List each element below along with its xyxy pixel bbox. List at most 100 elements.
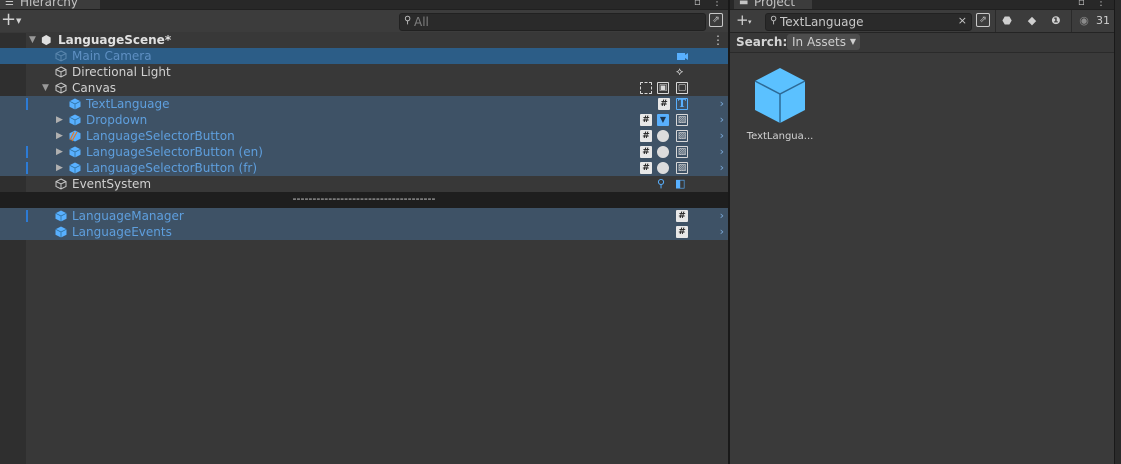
- expand-arrow-icon[interactable]: ▼: [42, 80, 49, 96]
- chevron-right-icon[interactable]: ›: [720, 224, 724, 240]
- filter-by-label-icon[interactable]: ◆: [1025, 13, 1039, 29]
- eye-icon[interactable]: ◉: [1075, 13, 1093, 29]
- gameobject-icon: [55, 178, 67, 190]
- plus-icon[interactable]: +: [736, 11, 749, 29]
- hierarchy-row-textlanguage[interactable]: TextLanguage # T ›: [0, 96, 728, 112]
- menu-icon: ☰: [5, 0, 14, 8]
- search-options-icon[interactable]: ⇗: [709, 13, 723, 27]
- chevron-down-icon[interactable]: ▼: [16, 17, 21, 25]
- asset-label: TextLangua...: [746, 131, 814, 142]
- tab-hierarchy-label: Hierarchy: [20, 0, 79, 9]
- row-label: LanguageSelectorButton (fr): [86, 161, 258, 175]
- chevron-down-icon: ▼: [849, 37, 857, 46]
- dropdown-icon: ▼: [657, 114, 669, 126]
- hierarchy-row-eventsystem[interactable]: EventSystem ⚲ ◧: [0, 176, 728, 192]
- hierarchy-row-language-selector-button-fr[interactable]: ▶ LanguageSelectorButton (fr) # ▨ ›: [0, 160, 728, 176]
- filter-by-type-icon[interactable]: ⬣: [999, 13, 1015, 29]
- asset-textlanguage[interactable]: TextLangua...: [744, 66, 816, 142]
- text-icon: T: [676, 97, 688, 110]
- input-module-icon: ◧: [675, 177, 686, 190]
- hierarchy-row-main-camera[interactable]: Main Camera: [0, 48, 728, 64]
- hierarchy-row-language-selector-button-en[interactable]: ▶ LanguageSelectorButton (en) # ▨ ›: [0, 144, 728, 160]
- hierarchy-row-language-manager[interactable]: LanguageManager # ›: [0, 208, 728, 224]
- gameobject-icon: [55, 66, 67, 78]
- scene-menu-icon[interactable]: ⋮: [712, 32, 724, 48]
- expand-arrow-icon[interactable]: ▶: [56, 160, 63, 176]
- project-toolbar: + ▾ ⚲ × ⇗ ⬣ ◆ ❶ ◉ 31: [730, 10, 1114, 33]
- clear-search-icon[interactable]: ×: [958, 14, 967, 27]
- hierarchy-toolbar: + ▼ ⚲ ⇗: [0, 10, 728, 33]
- maximize-icon[interactable]: ▫: [1078, 0, 1085, 9]
- in-assets-dropdown[interactable]: In Assets ▼: [787, 34, 861, 50]
- window-edge: [1114, 0, 1121, 464]
- toolbar-divider: [1071, 10, 1072, 32]
- prefab-icon: [754, 68, 806, 123]
- chevron-right-icon[interactable]: ›: [720, 128, 724, 144]
- row-label: LanguageSelectorButton: [86, 129, 235, 143]
- chevron-right-icon[interactable]: ›: [720, 160, 724, 176]
- hierarchy-row-language-selector-button[interactable]: ▶ LanguageSelectorButton # ▨ ›: [0, 128, 728, 144]
- prefab-icon: [69, 146, 81, 158]
- prefab-icon: [69, 162, 81, 174]
- camera-icon: [677, 53, 688, 60]
- button-icon: [657, 130, 669, 142]
- warning-icon[interactable]: ❶: [1048, 13, 1064, 29]
- image-icon: ▨: [676, 130, 688, 142]
- hierarchy-search-input[interactable]: [414, 14, 694, 30]
- hierarchy-search[interactable]: ⚲: [399, 13, 706, 31]
- row-label: LanguageSelectorButton (en): [86, 145, 263, 159]
- plus-icon[interactable]: +: [1, 11, 16, 29]
- hierarchy-separator: ------------------------------------: [0, 192, 728, 208]
- image-icon: ▨: [676, 146, 688, 158]
- chevron-right-icon[interactable]: ›: [720, 208, 724, 224]
- scene-row[interactable]: ▼ ⬢ LanguageScene* ⋮: [0, 32, 728, 49]
- chevron-down-icon[interactable]: ▾: [748, 18, 752, 26]
- canvas-icon: ▢: [676, 82, 688, 94]
- script-icon: #: [640, 114, 652, 126]
- prefab-override-bar: [26, 210, 28, 222]
- project-panel: ▬ Project ▫ ⋮ + ▾ ⚲ × ⇗ ⬣ ◆ ❶ ◉ 31 Searc…: [730, 0, 1114, 464]
- canvas-scaler-icon: ▣: [657, 82, 669, 94]
- expand-arrow-icon[interactable]: ▶: [56, 144, 63, 160]
- scene-icon: ⬢: [41, 33, 52, 47]
- hierarchy-row-canvas[interactable]: ▼ Canvas ▣ ▢: [0, 80, 728, 96]
- visible-count: 31: [1096, 14, 1110, 27]
- button-icon: [657, 162, 669, 174]
- prefab-override-bar: [26, 146, 28, 158]
- chevron-right-icon[interactable]: ›: [720, 112, 724, 128]
- expand-arrow-icon[interactable]: ▼: [29, 32, 36, 48]
- gameobject-icon: [55, 50, 67, 62]
- chevron-right-icon[interactable]: ›: [720, 144, 724, 160]
- project-search-scope-bar: Search: In Assets ▼: [730, 33, 1114, 53]
- tab-project[interactable]: ▬ Project: [734, 0, 812, 9]
- row-label: Main Camera: [72, 49, 152, 63]
- tab-project-label: Project: [754, 0, 796, 9]
- search-scope-label: Search:: [736, 35, 788, 49]
- row-label: LanguageManager: [72, 209, 184, 223]
- hierarchy-row-language-events[interactable]: LanguageEvents # ›: [0, 224, 728, 240]
- maximize-icon[interactable]: ▫: [694, 0, 701, 9]
- expand-arrow-icon[interactable]: ▶: [56, 128, 63, 144]
- script-icon: #: [676, 210, 688, 222]
- event-system-icon: ⚲: [657, 177, 666, 190]
- hierarchy-row-directional-light[interactable]: Directional Light ⟡: [0, 64, 728, 80]
- prefab-icon: [55, 210, 67, 222]
- search-icon: ⚲: [404, 15, 412, 26]
- expand-arrow-icon[interactable]: ▶: [56, 112, 63, 128]
- prefab-icon: [69, 98, 81, 110]
- project-search[interactable]: ⚲ ×: [765, 13, 972, 31]
- scene-name: LanguageScene*: [58, 33, 172, 47]
- row-label: LanguageEvents: [72, 225, 172, 239]
- tab-hierarchy[interactable]: ☰ Hierarchy: [0, 0, 100, 9]
- chevron-right-icon[interactable]: ›: [720, 96, 724, 112]
- script-icon: #: [640, 130, 652, 142]
- kebab-menu-icon[interactable]: ⋮: [712, 0, 722, 9]
- hierarchy-row-dropdown[interactable]: ▶ Dropdown # ▼ ▨ ›: [0, 112, 728, 128]
- kebab-menu-icon[interactable]: ⋮: [1096, 0, 1106, 9]
- search-icon: ⚲: [770, 15, 778, 26]
- button-icon: [657, 146, 669, 158]
- rect-transform-icon: [640, 82, 652, 94]
- project-search-input[interactable]: [780, 14, 955, 30]
- search-options-icon[interactable]: ⇗: [976, 13, 990, 27]
- folder-icon: ▬: [739, 0, 749, 8]
